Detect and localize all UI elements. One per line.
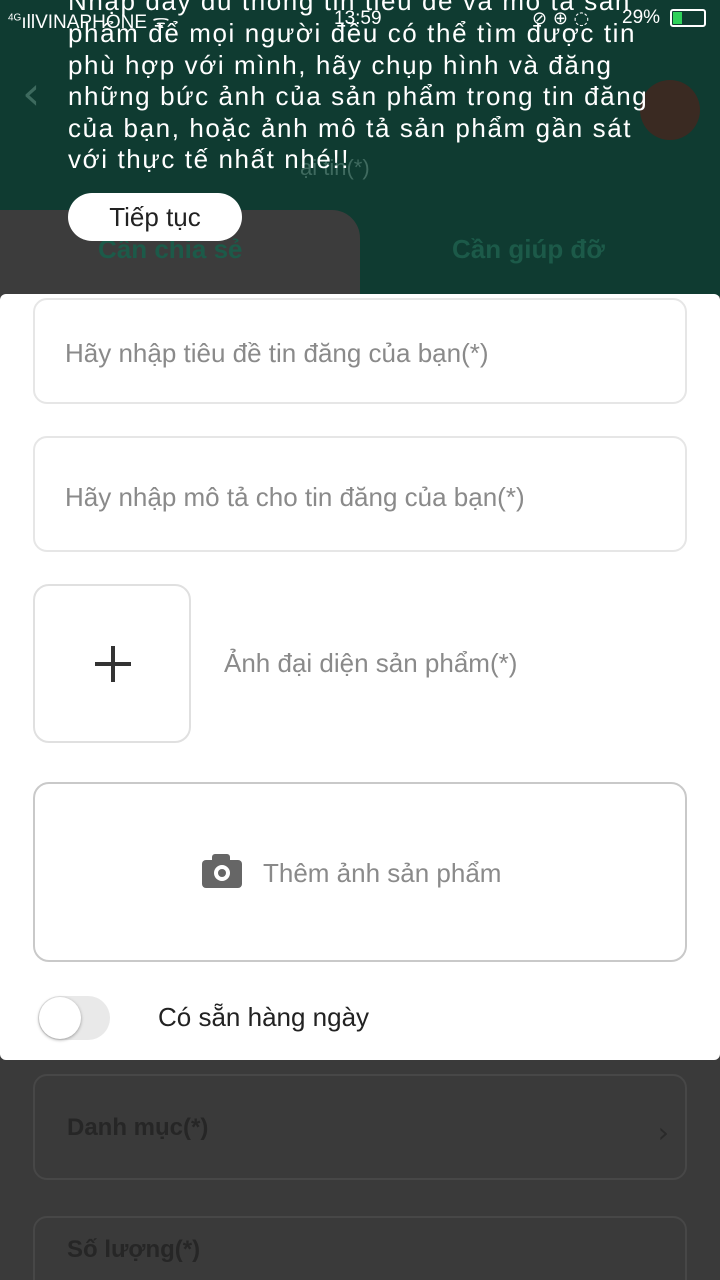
- cover-image-label: Ảnh đại diện sản phẩm(*): [224, 648, 518, 678]
- tip-line: với thực tế nhất nhé!!: [68, 144, 351, 175]
- add-photos-button[interactable]: Thêm ảnh sản phẩm: [33, 782, 687, 962]
- battery-fill: [673, 12, 682, 24]
- mute-icon: ⊘: [532, 8, 548, 29]
- tip-line: những bức ảnh của sản phẩm trong tin đăn…: [68, 81, 649, 112]
- toggle-knob: [39, 997, 81, 1039]
- form-lower-section: Danh mục(*) › Số lượng(*): [0, 1060, 720, 1280]
- title-input[interactable]: Hãy nhập tiêu đề tin đăng của bạn(*): [33, 298, 687, 404]
- location-icon: ◌: [573, 8, 590, 29]
- category-label: Danh mục(*): [67, 1114, 209, 1141]
- title-placeholder: Hãy nhập tiêu đề tin đăng của bạn(*): [65, 338, 489, 368]
- continue-button[interactable]: Tiếp tục: [68, 193, 242, 241]
- lock-icon: ⊕: [552, 8, 568, 29]
- plus-icon: [95, 646, 131, 682]
- signal-icon: ıll: [21, 12, 36, 33]
- category-field[interactable]: Danh mục(*) ›: [33, 1074, 687, 1180]
- battery-percent: 29%: [622, 7, 661, 28]
- battery-icon: [670, 9, 706, 27]
- tip-line: phù hợp với mình, hãy chụp hình và đăng: [68, 49, 613, 80]
- chevron-right-icon: ›: [657, 1116, 669, 1149]
- description-placeholder: Hãy nhập mô tả cho tin đăng của bạn(*): [65, 482, 525, 512]
- add-photos-label: Thêm ảnh sản phẩm: [263, 858, 502, 888]
- camera-icon: [202, 854, 242, 888]
- carrier-name: VINAPHONE: [35, 12, 147, 33]
- quantity-field[interactable]: Số lượng(*): [33, 1216, 687, 1280]
- description-input[interactable]: Hãy nhập mô tả cho tin đăng của bạn(*): [33, 436, 687, 552]
- network-type: 4G: [8, 12, 22, 24]
- quantity-label: Số lượng(*): [67, 1236, 201, 1263]
- status-icons: ⊘ ⊕ ◌: [532, 8, 589, 29]
- carrier-info: 4GıllVINAPHONE ᯤ: [8, 8, 170, 34]
- clock: 13:59: [334, 8, 382, 29]
- wifi-icon: ᯤ: [152, 12, 170, 33]
- daily-available-label: Có sẵn hàng ngày: [158, 1002, 370, 1032]
- tab-need-help[interactable]: Cần giúp đỡ: [452, 234, 605, 265]
- daily-available-toggle[interactable]: [38, 996, 110, 1040]
- tip-line: của bạn, hoặc ảnh mô tả sản phẩm gần sát: [68, 112, 633, 143]
- back-icon[interactable]: ‹: [22, 70, 40, 116]
- post-form-panel: Hãy nhập tiêu đề tin đăng của bạn(*) Hãy…: [0, 294, 720, 1060]
- status-bar: 4GıllVINAPHONE ᯤ 13:59 ⊘ ⊕ ◌ 29%: [0, 0, 720, 36]
- add-cover-image-button[interactable]: [33, 584, 191, 743]
